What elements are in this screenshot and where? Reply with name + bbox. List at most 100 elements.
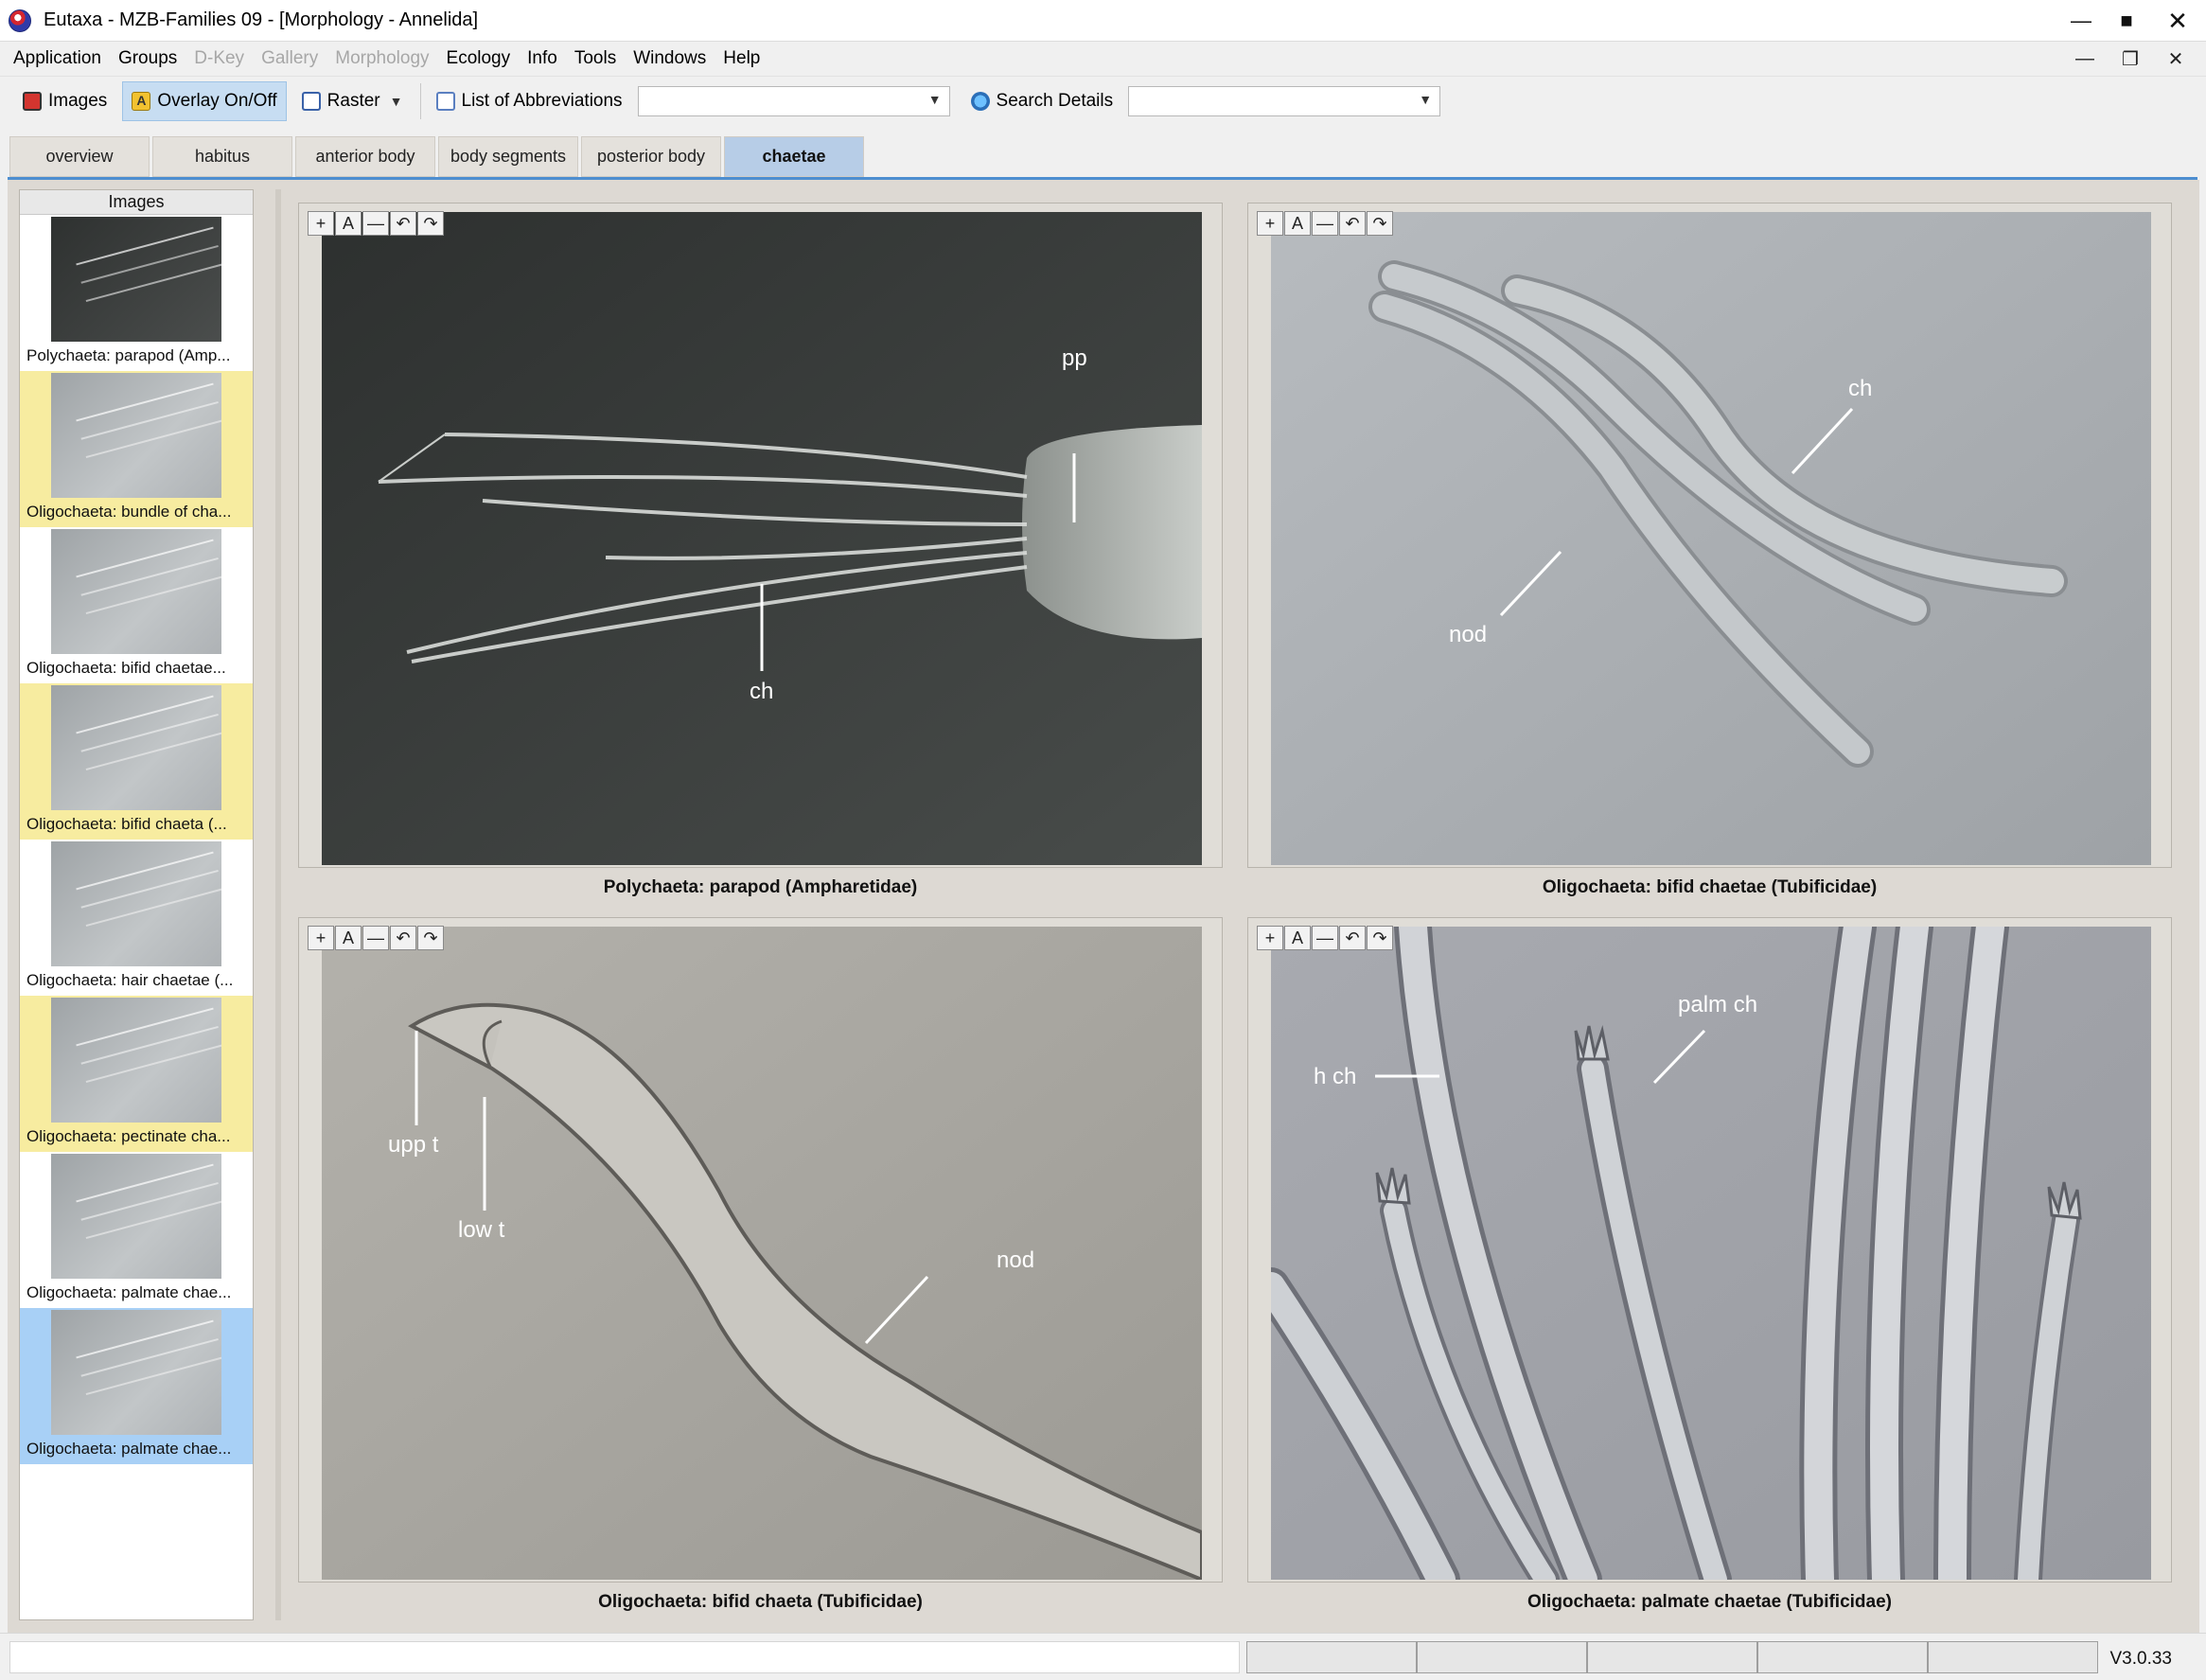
menu-tools[interactable]: Tools bbox=[566, 48, 625, 69]
title-bar: Eutaxa - MZB-Families 09 - [Morphology -… bbox=[0, 0, 2206, 42]
thumbnail-item[interactable]: Oligochaeta: pectinate cha... bbox=[20, 996, 253, 1152]
thumbnail-image[interactable] bbox=[51, 998, 221, 1123]
tab-habitus[interactable]: habitus bbox=[152, 136, 292, 177]
thumbnail-item[interactable]: Oligochaeta: bundle of cha... bbox=[20, 371, 253, 527]
menu-info[interactable]: Info bbox=[519, 48, 566, 69]
images-button[interactable]: Images bbox=[13, 81, 116, 121]
thumbnail-caption: Oligochaeta: bifid chaeta (... bbox=[26, 815, 227, 833]
thumbnail-caption: Oligochaeta: pectinate cha... bbox=[26, 1127, 231, 1145]
rotate-right-icon[interactable]: ↷ bbox=[1367, 926, 1393, 950]
chevron-down-icon[interactable]: ▼ bbox=[928, 92, 942, 107]
tab-chaetae[interactable]: chaetae bbox=[724, 136, 864, 177]
thumbnail-image[interactable] bbox=[51, 685, 221, 810]
status-panel bbox=[1246, 1641, 1417, 1673]
menu-groups[interactable]: Groups bbox=[110, 48, 185, 69]
thumbnail-item[interactable]: Polychaeta: parapod (Amp... bbox=[20, 215, 253, 371]
chevron-down-icon[interactable]: ▼ bbox=[390, 94, 403, 109]
document-list-icon bbox=[435, 91, 455, 111]
thumbnail-image[interactable] bbox=[51, 841, 221, 966]
zoom-out-icon[interactable]: — bbox=[1312, 211, 1338, 236]
raster-button[interactable]: Raster ▼ bbox=[292, 81, 413, 121]
bifid-chaeta-micrograph[interactable]: upp t low t nod bbox=[322, 927, 1202, 1580]
label-nod: nod bbox=[997, 1247, 1034, 1273]
zoom-in-icon[interactable]: + bbox=[1257, 211, 1283, 236]
annotation-icon[interactable]: A bbox=[335, 211, 362, 236]
thumbnail-item[interactable]: Oligochaeta: hair chaetae (... bbox=[20, 840, 253, 996]
image-caption: Oligochaeta: bifid chaetae (Tubificidae) bbox=[1542, 877, 1878, 897]
search-globe-icon bbox=[970, 91, 990, 111]
splitter-handle[interactable] bbox=[275, 189, 281, 1620]
image-toolbar: + A — ↶ ↷ bbox=[1257, 211, 1394, 236]
image-caption: Oligochaeta: bifid chaeta (Tubificidae) bbox=[598, 1592, 923, 1612]
images-button-label: Images bbox=[48, 90, 108, 111]
thumbnail-caption: Oligochaeta: bifid chaetae... bbox=[26, 659, 226, 677]
sidebar-header: Images bbox=[20, 190, 253, 215]
mdi-close-button[interactable]: ✕ bbox=[2157, 47, 2195, 71]
raster-button-label: Raster bbox=[326, 90, 380, 111]
thumbnail-image[interactable] bbox=[51, 373, 221, 498]
thumbnail-item[interactable]: Oligochaeta: palmate chae... bbox=[20, 1308, 253, 1464]
raster-grid-icon bbox=[301, 91, 321, 111]
list-of-abbreviations-button[interactable]: List of Abbreviations bbox=[427, 81, 632, 121]
thumbnail-image[interactable] bbox=[51, 1154, 221, 1279]
abbreviations-combobox[interactable]: ▼ bbox=[637, 85, 950, 116]
menu-windows[interactable]: Windows bbox=[625, 48, 715, 69]
rotate-left-icon[interactable]: ↶ bbox=[1339, 926, 1366, 950]
zoom-in-icon[interactable]: + bbox=[1257, 926, 1283, 950]
thumbnail-item[interactable]: Oligochaeta: bifid chaeta (... bbox=[20, 683, 253, 840]
close-window-button[interactable]: ✕ bbox=[2149, 0, 2206, 42]
thumbnail-image[interactable] bbox=[51, 217, 221, 342]
image-toolbar: + A — ↶ ↷ bbox=[1257, 926, 1394, 950]
maximize-window-button[interactable]: ■ bbox=[2104, 0, 2149, 42]
menu-ecology[interactable]: Ecology bbox=[438, 48, 520, 69]
menu-application[interactable]: Application bbox=[5, 48, 110, 69]
tab-overview[interactable]: overview bbox=[9, 136, 150, 177]
tab-anterior-body[interactable]: anterior body bbox=[295, 136, 435, 177]
thumbnail-item[interactable]: Oligochaeta: bifid chaetae... bbox=[20, 527, 253, 683]
overlay-toggle-button[interactable]: Overlay On/Off bbox=[122, 80, 287, 121]
thumbnail-caption: Oligochaeta: bundle of cha... bbox=[26, 503, 232, 521]
menu-d-key: D-Key bbox=[194, 48, 245, 68]
mdi-minimize-button[interactable]: — bbox=[2066, 48, 2104, 70]
tab-posterior-body[interactable]: posterior body bbox=[581, 136, 721, 177]
rotate-right-icon[interactable]: ↷ bbox=[1367, 211, 1393, 236]
mdi-restore-button[interactable]: ❐ bbox=[2111, 47, 2149, 71]
zoom-in-icon[interactable]: + bbox=[308, 926, 334, 950]
chevron-down-icon[interactable]: ▼ bbox=[1419, 92, 1432, 107]
app-logo-icon[interactable] bbox=[9, 9, 31, 32]
rotate-left-icon[interactable]: ↶ bbox=[1339, 211, 1366, 236]
annotation-icon[interactable]: A bbox=[1284, 926, 1311, 950]
mdi-controls: — ❐ ✕ bbox=[2066, 42, 2195, 76]
thumbnail-caption: Polychaeta: parapod (Amp... bbox=[26, 346, 231, 364]
images-sidebar: Images Polychaeta: parapod (Amp... Oligoc… bbox=[19, 189, 254, 1620]
search-details-label: Search Details bbox=[996, 90, 1114, 111]
parapod-micrograph[interactable]: pp ch bbox=[322, 212, 1202, 865]
label-nod: nod bbox=[1449, 622, 1487, 647]
rotate-right-icon[interactable]: ↷ bbox=[417, 211, 444, 236]
rotate-left-icon[interactable]: ↶ bbox=[390, 926, 416, 950]
image-frame: + A — ↶ ↷ upp t low t nod bbox=[298, 917, 1223, 1583]
zoom-out-icon[interactable]: — bbox=[362, 926, 389, 950]
tab-body-segments[interactable]: body segments bbox=[438, 136, 578, 177]
palmate-chaetae-micrograph[interactable]: h ch palm ch bbox=[1271, 927, 2151, 1580]
annotation-icon[interactable]: A bbox=[335, 926, 362, 950]
rotate-right-icon[interactable]: ↷ bbox=[417, 926, 444, 950]
search-details-button[interactable]: Search Details bbox=[962, 81, 1123, 121]
status-panel bbox=[1928, 1641, 2098, 1673]
thumbnail-image[interactable] bbox=[51, 529, 221, 654]
search-details-combobox[interactable]: ▼ bbox=[1128, 85, 1441, 116]
image-frame: + A — ↶ ↷ bbox=[1247, 917, 2172, 1583]
zoom-out-icon[interactable]: — bbox=[1312, 926, 1338, 950]
zoom-out-icon[interactable]: — bbox=[362, 211, 389, 236]
menu-help[interactable]: Help bbox=[715, 48, 768, 69]
rotate-left-icon[interactable]: ↶ bbox=[390, 211, 416, 236]
bifid-chaetae-micrograph[interactable]: ch nod bbox=[1271, 212, 2151, 865]
thumbnail-image[interactable] bbox=[51, 1310, 221, 1435]
menu-morphology: Morphology bbox=[335, 48, 430, 68]
image-toolbar: + A — ↶ ↷ bbox=[308, 211, 445, 236]
zoom-in-icon[interactable]: + bbox=[308, 211, 334, 236]
thumbnail-item[interactable]: Oligochaeta: palmate chae... bbox=[20, 1152, 253, 1308]
minimize-window-button[interactable]: — bbox=[2058, 0, 2104, 42]
annotation-icon[interactable]: A bbox=[1284, 211, 1311, 236]
status-message-field bbox=[9, 1641, 1240, 1673]
